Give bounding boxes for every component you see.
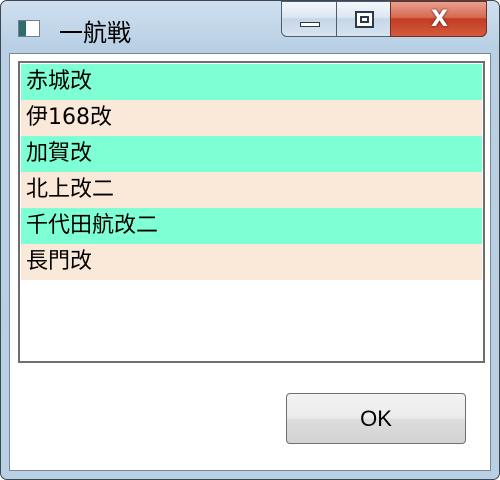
ship-listbox[interactable]: 赤城改 伊168改 加賀改 北上改二 千代田航改二 長門改 xyxy=(18,61,485,363)
close-icon: X xyxy=(431,7,448,32)
list-item[interactable]: 加賀改 xyxy=(21,136,482,172)
ok-button[interactable]: OK xyxy=(286,393,466,444)
maximize-button[interactable] xyxy=(336,1,391,37)
window-title: 一航戦 xyxy=(59,19,131,47)
list-item[interactable]: 千代田航改二 xyxy=(21,208,482,244)
close-button[interactable]: X xyxy=(390,1,487,37)
caption-buttons: X xyxy=(281,1,487,38)
restore-icon xyxy=(355,11,374,28)
dialog-window: 一航戦 X 赤城改 伊168改 加賀改 北上改二 千代田航改二 長門改 OK xyxy=(0,0,500,480)
dialog-client-area: 赤城改 伊168改 加賀改 北上改二 千代田航改二 長門改 OK xyxy=(9,53,491,471)
list-item[interactable]: 伊168改 xyxy=(21,100,482,136)
minimize-icon xyxy=(300,22,320,27)
list-item[interactable]: 北上改二 xyxy=(21,172,482,208)
list-item[interactable]: 赤城改 xyxy=(21,64,482,100)
list-item[interactable]: 長門改 xyxy=(21,244,482,280)
title-bar[interactable]: 一航戦 X xyxy=(1,1,499,53)
app-window-icon xyxy=(18,20,40,37)
minimize-button[interactable] xyxy=(281,1,337,37)
